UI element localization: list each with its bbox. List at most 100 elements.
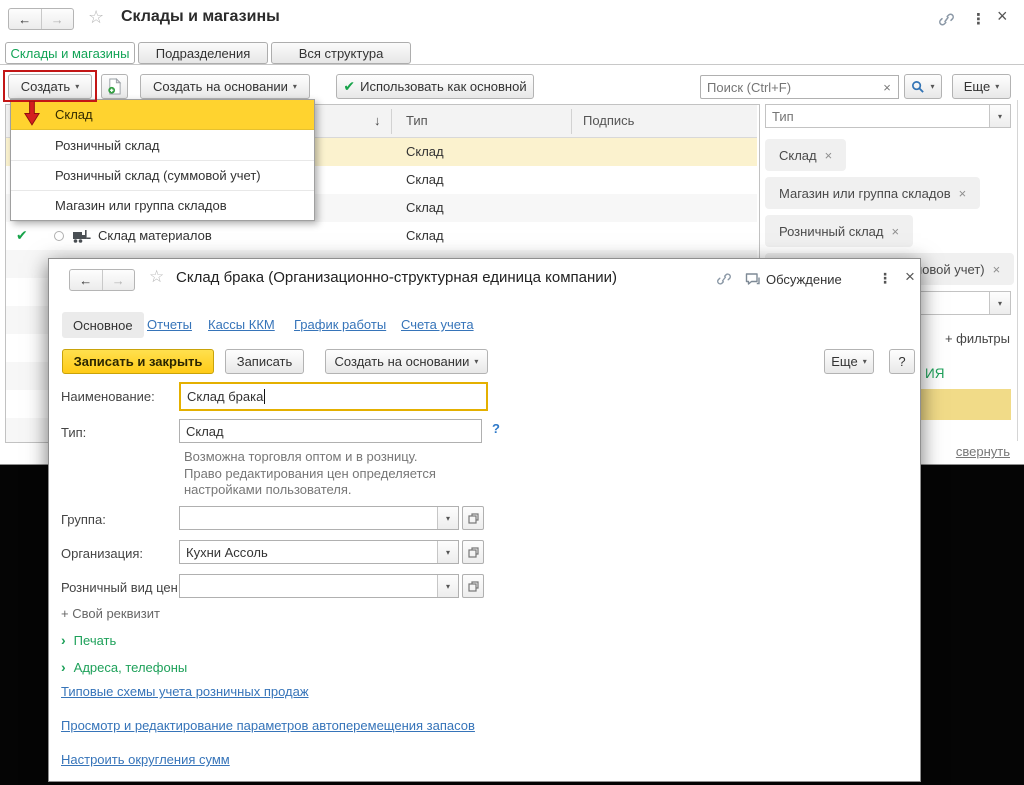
column-header-signature[interactable]: Подпись <box>583 113 634 128</box>
menu-item-shop-group[interactable]: Магазин или группа складов <box>11 190 314 220</box>
save-close-label: Записать и закрыть <box>74 354 203 369</box>
page-title: Склады и магазины <box>121 8 280 26</box>
group-open-button[interactable] <box>462 506 484 530</box>
chip-remove-icon[interactable]: × <box>825 148 833 163</box>
discussion-bubble-icon[interactable] <box>744 272 761 287</box>
magnifier-icon <box>911 80 925 94</box>
chip-remove-icon[interactable]: × <box>892 224 900 239</box>
search-clear-button[interactable]: × <box>876 75 899 99</box>
retail-price-combobox[interactable]: ▾ <box>179 574 459 598</box>
chip-remove-icon[interactable]: × <box>959 186 967 201</box>
organization-value: Кухни Ассоль <box>186 545 268 560</box>
filter-type-input[interactable] <box>766 105 990 127</box>
retail-price-open-button[interactable] <box>462 574 484 598</box>
tab-departments[interactable]: Подразделения <box>138 42 268 64</box>
tabs-divider <box>0 64 1024 65</box>
organization-combobox[interactable]: Кухни Ассоль ▾ <box>179 540 459 564</box>
discussion-label[interactable]: Обсуждение <box>766 272 842 287</box>
filter-type-combobox[interactable]: ▾ <box>765 104 1011 128</box>
chip-label: Магазин или группа складов <box>779 186 951 201</box>
table-row[interactable]: ✔ Склад материалов Склад <box>6 222 757 250</box>
tab-whole-structure[interactable]: Вся структура <box>271 42 411 64</box>
filter-chip-shop-group[interactable]: Магазин или группа складов × <box>765 177 980 209</box>
chip-remove-icon[interactable]: × <box>993 262 1001 277</box>
sort-down-icon[interactable]: ↓ <box>374 113 381 128</box>
column-header-type[interactable]: Тип <box>406 113 428 128</box>
dialog-nav-schedule[interactable]: График работы <box>294 317 386 332</box>
cell-type: Склад <box>406 228 444 243</box>
dialog-nav-accounts[interactable]: Счета учета <box>401 317 474 332</box>
menu-item-sklad[interactable]: Склад <box>11 100 314 130</box>
chevron-down-icon[interactable]: ▾ <box>989 292 1010 314</box>
chevron-down-icon[interactable]: ▾ <box>989 105 1010 127</box>
kebab-menu-icon[interactable]: ⋮ <box>878 270 892 287</box>
panel-divider <box>1017 100 1018 441</box>
annotation-highlight-box <box>3 70 97 102</box>
type-help-icon[interactable]: ? <box>492 421 500 436</box>
group-field-label: Группа: <box>61 512 106 527</box>
link-icon[interactable] <box>716 272 732 286</box>
chevron-down-icon[interactable]: ▾ <box>437 541 458 563</box>
search-input[interactable] <box>700 75 877 99</box>
chevron-down-icon: ▾ <box>995 83 999 91</box>
warehouse-icon <box>72 228 92 244</box>
favorite-star-icon[interactable]: ☆ <box>88 7 104 28</box>
back-arrow-icon[interactable]: ← <box>70 270 103 290</box>
custom-attribute-link[interactable]: + Свой реквизит <box>61 606 160 621</box>
more-button[interactable]: Еще▾ <box>824 349 874 374</box>
favorite-star-icon[interactable]: ☆ <box>149 267 164 287</box>
radio-icon[interactable] <box>54 231 64 241</box>
retail-price-field-label: Розничный вид цен: <box>61 580 181 595</box>
chevron-down-icon: ▾ <box>930 83 934 91</box>
rounding-settings-link[interactable]: Настроить округления сумм <box>61 752 230 767</box>
section-print[interactable]: › Печать <box>61 632 116 648</box>
dialog-tab-main[interactable]: Основное <box>62 312 144 338</box>
close-dialog-icon[interactable]: × <box>905 267 915 287</box>
menu-item-retail[interactable]: Розничный склад <box>11 130 314 160</box>
retail-schemes-link[interactable]: Типовые схемы учета розничных продаж <box>61 684 309 699</box>
chevron-right-icon: › <box>61 659 66 675</box>
organization-open-button[interactable] <box>462 540 484 564</box>
save-and-close-button[interactable]: Записать и закрыть <box>62 349 214 374</box>
dialog-history-nav: ← → <box>69 269 135 291</box>
open-item-icon <box>468 581 479 592</box>
type-field[interactable]: Склад <box>179 419 482 443</box>
section-addresses[interactable]: › Адреса, телефоны <box>61 659 187 675</box>
dialog-nav-reports[interactable]: Отчеты <box>147 317 192 332</box>
menu-item-label: Склад <box>55 107 93 122</box>
annotation-red-arrow-icon <box>22 101 41 126</box>
create-new-item-button[interactable] <box>101 74 128 99</box>
forward-arrow-icon[interactable]: → <box>103 270 135 290</box>
kebab-menu-icon[interactable]: ⋮ <box>971 10 986 28</box>
text-cursor <box>264 389 265 404</box>
create-based-on-button[interactable]: Создать на основании▾ <box>140 74 310 99</box>
more-label: Еще <box>831 354 857 369</box>
back-arrow-icon[interactable]: ← <box>9 9 42 29</box>
add-filters-link[interactable]: + фильтры <box>945 331 1010 346</box>
help-label: ? <box>898 354 905 369</box>
save-button[interactable]: Записать <box>225 349 304 374</box>
tab-warehouses-and-shops[interactable]: Склады и магазины <box>5 42 135 64</box>
search-button[interactable]: ▾ <box>904 74 942 99</box>
dialog-nav-kkm[interactable]: Кассы ККМ <box>208 317 275 332</box>
cell-type: Склад <box>406 144 444 159</box>
menu-item-retail-sum[interactable]: Розничный склад (суммовой учет) <box>11 160 314 190</box>
collapse-link[interactable]: свернуть <box>956 444 1010 459</box>
name-field[interactable]: Склад брака <box>179 382 488 411</box>
column-divider <box>571 109 572 134</box>
help-button[interactable]: ? <box>889 349 915 374</box>
chevron-down-icon[interactable]: ▾ <box>437 575 458 597</box>
more-button[interactable]: Еще▾ <box>952 74 1011 99</box>
auto-move-params-link[interactable]: Просмотр и редактирование параметров авт… <box>61 718 475 733</box>
group-combobox[interactable]: ▾ <box>179 506 459 530</box>
create-based-on-button[interactable]: Создать на основании▾ <box>325 349 488 374</box>
close-window-icon[interactable]: × <box>997 6 1008 27</box>
filter-chip-retail[interactable]: Розничный склад × <box>765 215 913 247</box>
use-as-main-button[interactable]: ✔ Использовать как основной <box>336 74 534 99</box>
link-icon[interactable] <box>938 12 955 27</box>
cell-type: Склад <box>406 172 444 187</box>
forward-arrow-icon[interactable]: → <box>42 9 74 29</box>
filter-chip-sklad[interactable]: Склад × <box>765 139 846 171</box>
chevron-down-icon[interactable]: ▾ <box>437 507 458 529</box>
chip-label: Розничный склад <box>779 224 884 239</box>
